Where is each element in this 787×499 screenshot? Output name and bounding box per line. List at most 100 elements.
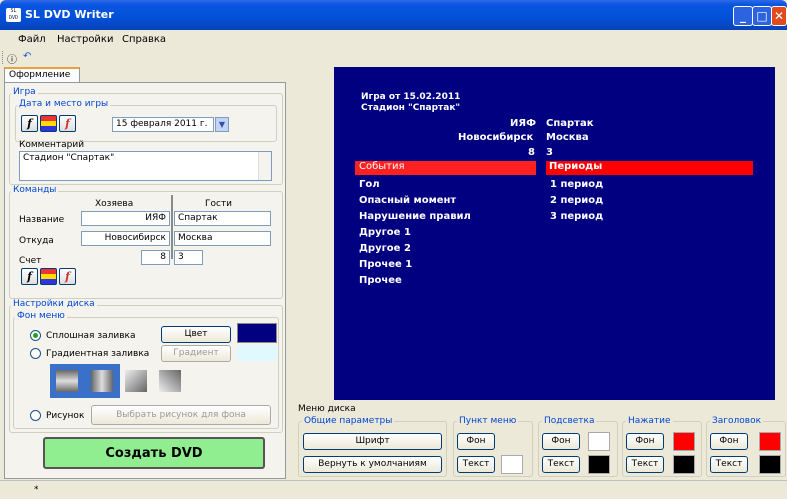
press-bg-swatch[interactable]	[673, 432, 695, 451]
help-icon[interactable]: ⓘ	[7, 51, 21, 66]
preview-guest-from: Москва	[546, 132, 589, 143]
comment-scrollbar[interactable]	[258, 152, 271, 180]
solid-fill-radio[interactable]	[30, 330, 41, 341]
font-button-date[interactable]: f	[21, 115, 38, 132]
title-bar[interactable]	[0, 0, 787, 30]
guest-name-field[interactable]: Спартак	[174, 211, 271, 226]
header-bg-swatch[interactable]	[759, 432, 781, 451]
preview-guest-score: 3	[546, 147, 553, 158]
comment-textarea[interactable]: Стадион "Спартак"	[19, 151, 272, 181]
guest-header: Гости	[205, 199, 233, 209]
font-button[interactable]: Шрифт	[303, 433, 442, 450]
color-button-teams[interactable]	[40, 268, 57, 285]
color-button-date[interactable]	[40, 115, 57, 132]
press-bg-button[interactable]: Фон	[626, 433, 664, 450]
header-text-button[interactable]: Текст	[710, 456, 748, 473]
gradient-fill-radio[interactable]	[30, 348, 41, 359]
preview-event-item[interactable]: Другое 1	[359, 227, 411, 238]
choose-picture-button[interactable]: Выбрать рисунок для фона	[91, 405, 271, 425]
close-button[interactable]: ✕	[771, 6, 787, 26]
highlight-label: Подсветка	[542, 416, 597, 426]
press-label: Нажатие	[626, 416, 673, 426]
guest-score-field[interactable]: 3	[174, 250, 203, 265]
preview-period-item[interactable]: 2 период	[550, 195, 603, 206]
highlight-text-button[interactable]: Текст	[542, 456, 580, 473]
preview-event-item[interactable]: Нарушение правил	[359, 211, 471, 222]
create-dvd-button[interactable]: Создать DVD	[43, 437, 265, 469]
press-text-button[interactable]: Текст	[626, 456, 664, 473]
teams-group-label: Команды	[11, 185, 59, 195]
format-button-teams[interactable]: f	[59, 268, 76, 285]
preview-event-item[interactable]: Прочее 1	[359, 259, 412, 270]
app-icon: SL DVD WRT	[6, 8, 21, 22]
settings-panel: Игра Дата и место игры f f 15 февраля 20…	[4, 82, 286, 479]
gradient-fill-label: Градиентная заливка	[46, 349, 150, 359]
status-bar	[0, 480, 787, 499]
menu-file[interactable]: Файл	[18, 34, 46, 45]
home-header: Хозяева	[95, 199, 134, 209]
highlight-bg-button[interactable]: Фон	[542, 433, 580, 450]
menu-help[interactable]: Справка	[122, 34, 166, 45]
date-picker[interactable]: 15 февраля 2011 г.	[112, 117, 214, 132]
font-button-teams[interactable]: f	[21, 268, 38, 285]
date-group-label: Дата и место игры	[17, 99, 111, 109]
reset-defaults-button[interactable]: Вернуть к умолчаниям	[303, 456, 442, 473]
solid-color-swatch[interactable]	[237, 323, 277, 343]
preview-period-item[interactable]: 3 период	[550, 211, 603, 222]
solid-fill-label: Сплошная заливка	[46, 331, 136, 341]
color-button[interactable]: Цвет	[161, 326, 231, 343]
name-label: Название	[19, 215, 65, 225]
preview-event-item[interactable]: Другое 2	[359, 243, 411, 254]
preview-guest-name: Спартак	[546, 118, 594, 129]
preview-events-header[interactable]: События	[355, 161, 536, 175]
minimize-button[interactable]: _	[733, 6, 753, 26]
maximize-button[interactable]: □	[752, 6, 772, 26]
preview-event-item[interactable]: Опасный момент	[359, 195, 456, 206]
picture-radio[interactable]	[30, 410, 41, 421]
menu-item-text-swatch[interactable]	[501, 455, 523, 474]
preview-event-item[interactable]: Прочее	[359, 275, 402, 286]
guest-from-field[interactable]: Москва	[174, 231, 271, 246]
toolbar	[0, 49, 787, 66]
disk-menu-label: Меню диска	[298, 404, 356, 414]
menu-bg-group-label: Фон меню	[15, 311, 67, 321]
preview-home-name: ИЯФ	[510, 118, 536, 129]
general-params-label: Общие параметры	[302, 416, 395, 426]
preview-period-item[interactable]: 1 период	[550, 179, 603, 190]
preview-title-line2: Стадион "Спартак"	[361, 103, 461, 113]
window-title: SL DVD Writer	[25, 8, 114, 21]
preview-home-score: 8	[528, 147, 535, 158]
gradient-diagonal-icon[interactable]	[125, 370, 147, 392]
highlight-text-swatch[interactable]	[588, 455, 610, 474]
game-group-label: Игра	[11, 87, 38, 97]
format-button-date[interactable]: f	[59, 115, 76, 132]
comment-label: Комментарий	[19, 140, 85, 150]
menu-item-bg-swatch[interactable]	[501, 432, 523, 451]
home-from-field[interactable]: Новосибирск	[81, 231, 170, 246]
undo-icon[interactable]: ↶	[23, 51, 37, 64]
home-name-field[interactable]: ИЯФ	[81, 211, 170, 226]
gradient-diagonal2-icon[interactable]	[159, 370, 181, 392]
gradient-button[interactable]: Градиент	[161, 345, 231, 362]
team-divider	[171, 195, 173, 259]
gradient-vertical-icon[interactable]	[56, 370, 78, 392]
preview-title-line1: Игра от 15.02.2011	[361, 92, 461, 102]
header-label: Заголовок	[710, 416, 764, 426]
from-label: Откуда	[19, 236, 54, 246]
chevron-down-icon[interactable]: ▼	[215, 117, 229, 132]
gradient-color-swatch[interactable]	[237, 345, 277, 361]
menu-settings[interactable]: Настройки	[57, 34, 113, 45]
home-score-field[interactable]: 8	[141, 250, 170, 265]
preview-event-item[interactable]: Гол	[359, 179, 380, 190]
score-label: Счет	[19, 256, 42, 266]
menu-item-text-button[interactable]: Текст	[457, 456, 495, 473]
press-text-swatch[interactable]	[673, 455, 695, 474]
menu-item-bg-button[interactable]: Фон	[457, 433, 495, 450]
highlight-bg-swatch[interactable]	[588, 432, 610, 451]
menu-item-label: Пункт меню	[457, 416, 519, 426]
preview-periods-header[interactable]: Периоды	[546, 161, 753, 175]
tab-design[interactable]: Оформление	[4, 67, 80, 82]
gradient-horizontal-icon[interactable]	[91, 370, 113, 392]
header-text-swatch[interactable]	[759, 455, 781, 474]
header-bg-button[interactable]: Фон	[710, 433, 748, 450]
